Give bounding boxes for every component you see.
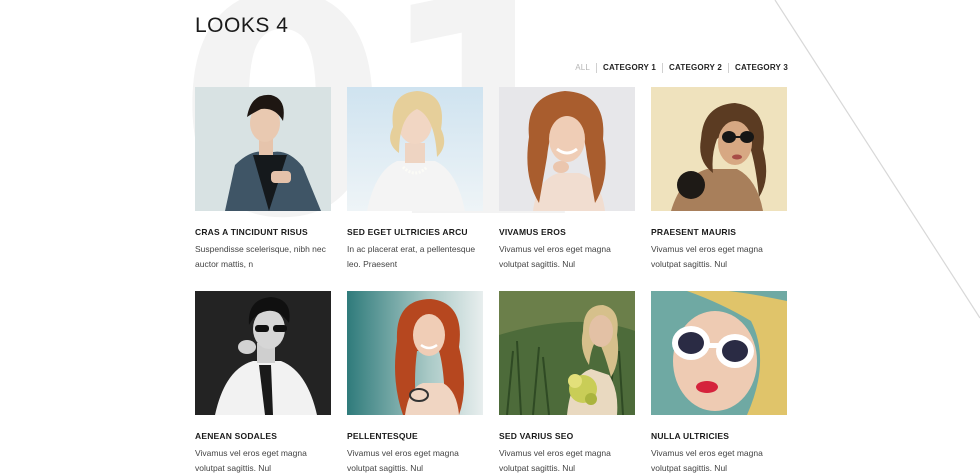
item-description: Vivamus vel eros eget magna volutpat sag… xyxy=(651,448,763,473)
item-title[interactable]: AENEAN SODALES xyxy=(195,431,331,441)
filter-category-2[interactable]: CATEGORY 2 xyxy=(662,63,728,73)
filter-category-3[interactable]: CATEGORY 3 xyxy=(728,63,788,73)
smiling-curly-hair-woman-photo[interactable] xyxy=(499,87,635,211)
portfolio-item: PELLENTESQUE Vivamus vel eros eget magna… xyxy=(347,291,483,476)
item-title[interactable]: CRAS A TINCIDUNT RISUS xyxy=(195,227,331,237)
blonde-woman-pearl-necklace-photo[interactable] xyxy=(347,87,483,211)
item-title[interactable]: SED EGET ULTRICIES ARCU xyxy=(347,227,483,237)
portfolio-item: NULLA ULTRICIES Vivamus vel eros eget ma… xyxy=(651,291,787,476)
category-filter: ALL CATEGORY 1 CATEGORY 2 CATEGORY 3 xyxy=(569,63,788,73)
man-in-glasses-bw-photo[interactable] xyxy=(195,291,331,415)
item-description: Vivamus vel eros eget magna volutpat sag… xyxy=(651,244,763,269)
portfolio-item: SED VARIUS SEO Vivamus vel eros eget mag… xyxy=(499,291,635,476)
portfolio-item: CRAS A TINCIDUNT RISUS Suspendisse scele… xyxy=(195,87,331,272)
redhead-woman-with-sunglasses-photo[interactable] xyxy=(347,291,483,415)
item-description: Vivamus vel eros eget magna volutpat sag… xyxy=(195,448,307,473)
item-description: Suspendisse scelerisque, nibh nec auctor… xyxy=(195,244,326,269)
portfolio-item: AENEAN SODALES Vivamus vel eros eget mag… xyxy=(195,291,331,476)
item-title[interactable]: SED VARIUS SEO xyxy=(499,431,635,441)
item-title[interactable]: VIVAMUS EROS xyxy=(499,227,635,237)
item-description: Vivamus vel eros eget magna volutpat sag… xyxy=(499,244,611,269)
item-title[interactable]: PELLENTESQUE xyxy=(347,431,483,441)
portfolio-item: SED EGET ULTRICIES ARCU In ac placerat e… xyxy=(347,87,483,272)
woman-in-grass-with-flowers-photo[interactable] xyxy=(499,291,635,415)
woman-white-sunglasses-closeup-photo[interactable] xyxy=(651,291,787,415)
portfolio-grid: CRAS A TINCIDUNT RISUS Suspendisse scele… xyxy=(195,87,787,476)
man-in-denim-jacket-photo[interactable] xyxy=(195,87,331,211)
item-title[interactable]: NULLA ULTRICIES xyxy=(651,431,787,441)
item-description: Vivamus vel eros eget magna volutpat sag… xyxy=(499,448,611,473)
filter-all[interactable]: ALL xyxy=(569,63,596,73)
item-description: Vivamus vel eros eget magna volutpat sag… xyxy=(347,448,459,473)
portfolio-item: VIVAMUS EROS Vivamus vel eros eget magna… xyxy=(499,87,635,272)
woman-with-sunglasses-photo[interactable] xyxy=(651,87,787,211)
item-title[interactable]: PRAESENT MAURIS xyxy=(651,227,787,237)
page-title: LOOKS 4 xyxy=(195,14,289,37)
filter-category-1[interactable]: CATEGORY 1 xyxy=(596,63,662,73)
portfolio-item: PRAESENT MAURIS Vivamus vel eros eget ma… xyxy=(651,87,787,272)
item-description: In ac placerat erat, a pellentesque leo.… xyxy=(347,244,476,269)
